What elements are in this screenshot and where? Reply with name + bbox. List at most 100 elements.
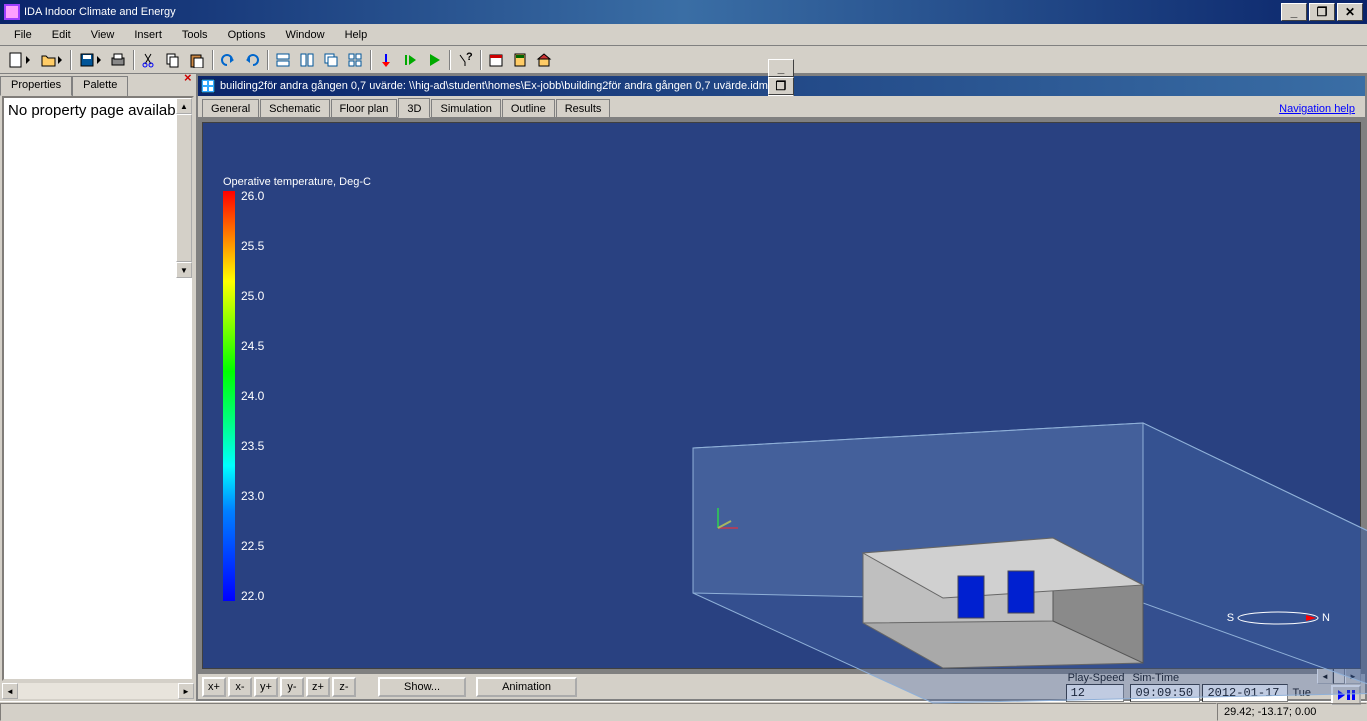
tab-general[interactable]: General xyxy=(202,99,259,117)
copy-button[interactable] xyxy=(162,49,184,71)
titlebar: IDA Indoor Climate and Energy _ ❐ ✕ xyxy=(0,0,1367,24)
separator xyxy=(70,50,71,70)
save-button[interactable] xyxy=(75,49,105,71)
sidebar-tabs: Properties Palette xyxy=(0,76,196,96)
app-icon xyxy=(4,4,20,20)
legend-tick: 24.0 xyxy=(241,389,264,403)
doc-minimize-button[interactable]: _ xyxy=(768,59,794,77)
paste-button[interactable] xyxy=(186,49,208,71)
tab-3d[interactable]: 3D xyxy=(398,98,430,118)
tab-outline[interactable]: Outline xyxy=(502,99,555,117)
print-button[interactable] xyxy=(107,49,129,71)
sidebar-tab-palette[interactable]: Palette xyxy=(72,76,128,96)
legend-tick: 23.0 xyxy=(241,489,264,503)
sidebar-scrollbar[interactable]: ▲ ▼ xyxy=(176,98,192,278)
scroll-down-icon[interactable]: ▼ xyxy=(176,262,192,278)
cascade-button[interactable] xyxy=(320,49,342,71)
sidebar-message: No property page available xyxy=(8,102,188,119)
cut-button[interactable] xyxy=(138,49,160,71)
calendar-button[interactable] xyxy=(485,49,507,71)
building-model xyxy=(673,323,1367,713)
app-title: IDA Indoor Climate and Energy xyxy=(24,6,176,18)
open-button[interactable] xyxy=(36,49,66,71)
doc-maximize-button[interactable]: ❐ xyxy=(768,77,794,95)
tab-schematic[interactable]: Schematic xyxy=(260,99,329,117)
scroll-up-icon[interactable]: ▲ xyxy=(176,98,192,114)
scroll-left-icon[interactable]: ◄ xyxy=(2,683,18,699)
menu-help[interactable]: Help xyxy=(335,27,378,43)
calc-button[interactable] xyxy=(509,49,531,71)
sidebar: × Properties Palette No property page av… xyxy=(0,74,196,701)
separator xyxy=(449,50,450,70)
view-xplus-button[interactable]: x+ xyxy=(202,677,226,697)
document-area: building2för andra gången 0,7 uvärde: \\… xyxy=(196,74,1367,701)
undo-button[interactable] xyxy=(217,49,239,71)
scroll-track[interactable] xyxy=(18,683,178,699)
sidebar-body: No property page available ▲ ▼ xyxy=(2,96,194,681)
scroll-right-icon[interactable]: ► xyxy=(178,683,194,699)
legend-tick: 26.0 xyxy=(241,189,264,203)
svg-text:?: ? xyxy=(466,52,473,63)
separator xyxy=(480,50,481,70)
menu-edit[interactable]: Edit xyxy=(42,27,81,43)
tab-results[interactable]: Results xyxy=(556,99,611,117)
legend-tick: 22.0 xyxy=(241,589,264,603)
sidebar-close-icon[interactable]: × xyxy=(184,74,196,86)
close-button[interactable]: ✕ xyxy=(1337,3,1363,21)
animation-button[interactable]: Animation xyxy=(476,677,577,697)
view-xminus-button[interactable]: x- xyxy=(228,677,252,697)
document-title: building2för andra gången 0,7 uvärde: \\… xyxy=(220,80,768,92)
menu-options[interactable]: Options xyxy=(218,27,276,43)
compass-n: N xyxy=(1322,612,1330,624)
legend-tick: 23.5 xyxy=(241,439,264,453)
tab-floorplan[interactable]: Floor plan xyxy=(331,99,398,117)
run-button[interactable] xyxy=(423,49,445,71)
window-buttons: _ ❐ ✕ xyxy=(1281,3,1363,21)
menu-tools[interactable]: Tools xyxy=(172,27,218,43)
document-tabs: General Schematic Floor plan 3D Simulati… xyxy=(198,96,1365,118)
window-list-button[interactable] xyxy=(344,49,366,71)
scroll-thumb[interactable] xyxy=(176,114,192,262)
legend-tick: 25.0 xyxy=(241,289,264,303)
document-icon xyxy=(200,78,216,94)
tile-horizontal-button[interactable] xyxy=(272,49,294,71)
temperature-legend: Operative temperature, Deg-C 26.0 25.5 2… xyxy=(223,173,371,188)
view-yplus-button[interactable]: y+ xyxy=(254,677,278,697)
redo-button[interactable] xyxy=(241,49,263,71)
navigation-help-link[interactable]: Navigation help xyxy=(1273,101,1361,117)
compass: S N xyxy=(1227,608,1330,628)
menu-insert[interactable]: Insert xyxy=(124,27,172,43)
viewport-3d[interactable]: Operative temperature, Deg-C 26.0 25.5 2… xyxy=(202,122,1361,669)
maximize-button[interactable]: ❐ xyxy=(1309,3,1335,21)
legend-color-bar xyxy=(223,191,235,601)
sidebar-hscroll[interactable]: ◄ ► xyxy=(2,683,194,699)
menu-file[interactable]: File xyxy=(4,27,42,43)
menubar: File Edit View Insert Tools Options Wind… xyxy=(0,24,1367,46)
view-zplus-button[interactable]: z+ xyxy=(306,677,330,697)
legend-tick: 25.5 xyxy=(241,239,264,253)
document-titlebar: building2för andra gången 0,7 uvärde: \\… xyxy=(198,76,1365,96)
tab-simulation[interactable]: Simulation xyxy=(431,99,500,117)
menu-window[interactable]: Window xyxy=(275,27,334,43)
main-area: × Properties Palette No property page av… xyxy=(0,74,1367,701)
step-button[interactable] xyxy=(399,49,421,71)
toolbar: ? xyxy=(0,46,1367,74)
separator xyxy=(267,50,268,70)
legend-title: Operative temperature, Deg-C xyxy=(223,176,371,188)
menu-view[interactable]: View xyxy=(81,27,125,43)
minimize-button[interactable]: _ xyxy=(1281,3,1307,21)
context-help-button[interactable]: ? xyxy=(454,49,476,71)
separator xyxy=(133,50,134,70)
tile-vertical-button[interactable] xyxy=(296,49,318,71)
separator xyxy=(212,50,213,70)
drop-pin-button[interactable] xyxy=(375,49,397,71)
legend-tick: 22.5 xyxy=(241,539,264,553)
show-button[interactable]: Show... xyxy=(378,677,466,697)
building-button[interactable] xyxy=(533,49,555,71)
compass-s: S xyxy=(1227,612,1234,624)
view-yminus-button[interactable]: y- xyxy=(280,677,304,697)
sidebar-tab-properties[interactable]: Properties xyxy=(0,76,72,96)
new-button[interactable] xyxy=(4,49,34,71)
view-zminus-button[interactable]: z- xyxy=(332,677,356,697)
separator xyxy=(370,50,371,70)
